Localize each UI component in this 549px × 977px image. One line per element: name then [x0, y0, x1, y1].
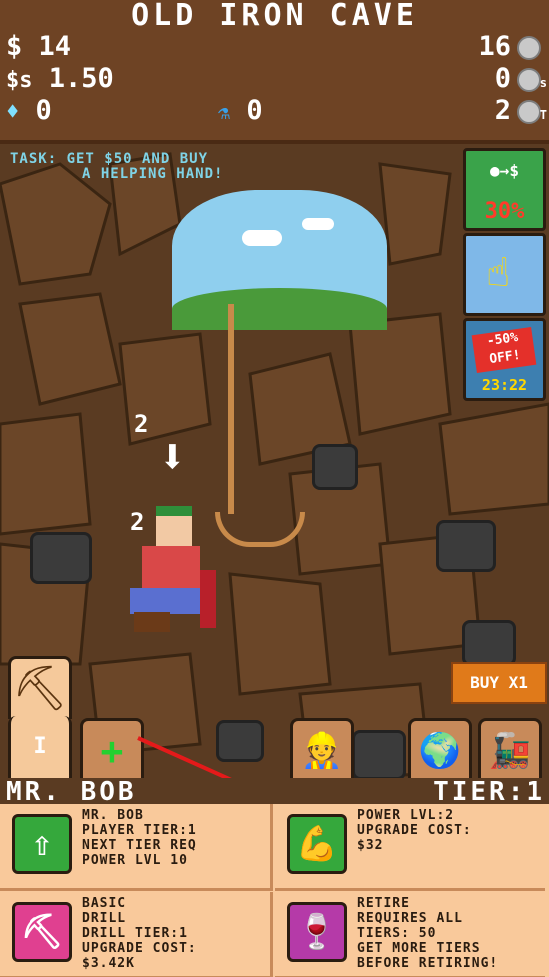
tab-workers[interactable]: 👷: [290, 718, 354, 778]
train-icon: 🚂: [488, 731, 532, 771]
card-line: PLAYER TIER:1: [82, 823, 197, 838]
drill-upgrade-info: BASIC DRILL DRILL TIER:1 UPGRADE COST: $…: [82, 896, 197, 971]
tab-mine-cart[interactable]: 🚂: [478, 718, 542, 778]
card-line: DRILL TIER:1: [82, 926, 188, 941]
game-screen: OLD IRON CAVE $ 14 $s 1.50 ♦ 0 ⚗ 0 16 0s…: [0, 0, 549, 977]
globe-icon: 🌍: [418, 731, 462, 771]
miner-body: [142, 546, 200, 590]
ore-count-display: 16: [478, 32, 541, 62]
card-line: NEXT TIER REQ: [82, 838, 197, 853]
tab-pickaxe[interactable]: ⛏: [8, 656, 72, 719]
sale-offer-button[interactable]: -50% OFF! 23:22: [463, 318, 546, 401]
card-line: POWER LVL:2: [357, 808, 455, 823]
ore-rock[interactable]: [352, 730, 406, 778]
task-line-1: TASK: GET $50 AND BUY: [10, 151, 209, 167]
gems-display: ♦ 0: [6, 96, 52, 128]
ore-count-value: 16: [478, 31, 511, 62]
drill-upgrade-card[interactable]: ⛏ BASIC DRILL DRILL TIER:1 UPGRADE COST:…: [0, 892, 273, 977]
miner-legs: [130, 588, 210, 614]
card-line: MR. BOB: [82, 808, 144, 823]
card-line: BASIC: [82, 896, 127, 911]
money-per-second: $s 1.50: [6, 64, 114, 96]
ore-per-second-value: 0: [494, 63, 511, 94]
ore-rock[interactable]: [436, 520, 496, 572]
player-tier-info: MR. BOB PLAYER TIER:1 NEXT TIER REQ POWE…: [82, 808, 197, 868]
card-line: $32: [357, 838, 384, 853]
ore-tier-display: 2T: [494, 95, 547, 126]
ore-tier-value: 2: [494, 95, 511, 126]
goblet-icon: 🍷: [287, 902, 347, 962]
gems-value: 0: [35, 95, 52, 126]
ore-per-second-display: 0s: [494, 63, 547, 94]
muscle-arm-icon: 💪: [287, 814, 347, 874]
card-line: TIERS: 50: [357, 926, 437, 941]
worker-icon: 👷: [300, 731, 344, 771]
card-line: GET MORE TIERS: [357, 941, 481, 956]
cloud: [302, 218, 334, 230]
ore-to-cash-icon: ●→$: [490, 161, 519, 180]
ore-per-second-icon: s: [517, 67, 547, 92]
ore-tier-icon: T: [517, 99, 547, 124]
pickaxe-icon: ⛏: [12, 663, 68, 714]
task-text: TASK: GET $50 AND BUY A HELPING HAND!: [10, 152, 223, 182]
card-line: $3.42K: [82, 956, 135, 971]
card-line: REQUIRES ALL: [357, 911, 463, 926]
ore-icon: [517, 35, 541, 60]
task-line-2: A HELPING HAND!: [82, 166, 224, 182]
pickaxe-icon: ⛏: [12, 902, 72, 962]
power-upgrade-info: POWER LVL:2 UPGRADE COST: $32: [357, 808, 472, 853]
gem-icon: ♦: [6, 100, 20, 125]
money-per-second-label: $s: [6, 68, 33, 93]
retire-info: RETIRE REQUIRES ALL TIERS: 50 GET MORE T…: [357, 896, 498, 971]
sale-timer: 23:22: [481, 376, 528, 394]
card-line: UPGRADE COST:: [357, 823, 472, 838]
ore-rock[interactable]: [462, 620, 516, 666]
upgrade-panel: ⇧ MR. BOB PLAYER TIER:1 NEXT TIER REQ PO…: [0, 804, 549, 977]
power-upgrade-card[interactable]: 💪 POWER LVL:2 UPGRADE COST: $32: [275, 804, 545, 891]
card-line: UPGRADE COST:: [82, 941, 197, 956]
cave-scene[interactable]: TASK: GET $50 AND BUY A HELPING HAND! ●→…: [0, 144, 549, 778]
auto-tap-button[interactable]: ☝: [463, 233, 546, 316]
arrow-down-icon: ⬇: [158, 429, 187, 485]
tab-world[interactable]: 🌍: [408, 718, 472, 778]
hill: [172, 288, 387, 330]
tier-up-arrow-icon: ⇧: [12, 814, 72, 874]
tab-add-tool[interactable]: +: [80, 718, 144, 778]
top-bar: OLD IRON CAVE $ 14 $s 1.50 ♦ 0 ⚗ 0 16 0s…: [0, 0, 549, 144]
potion-icon: ⚗: [218, 100, 231, 124]
card-line: BEFORE RETIRING!: [357, 956, 499, 971]
money-per-second-value: 1.50: [48, 63, 114, 94]
damage-number: 2: [134, 410, 149, 438]
ore-rock[interactable]: [30, 532, 92, 584]
cloud: [242, 230, 282, 246]
player-tier: TIER:1: [433, 777, 545, 807]
ore-to-cash-boost-button[interactable]: ●→$ 30%: [463, 148, 546, 231]
stool: [134, 612, 170, 632]
player-name: MR. BOB: [6, 777, 137, 807]
cave-opening-sky: [172, 190, 387, 330]
ore-rock[interactable]: [216, 720, 264, 762]
player-tier-card[interactable]: ⇧ MR. BOB PLAYER TIER:1 NEXT TIER REQ PO…: [0, 804, 273, 891]
potions-display: ⚗ 0: [218, 96, 263, 127]
rope: [228, 304, 234, 514]
potions-value: 0: [246, 95, 263, 126]
card-line: DRILL: [82, 911, 127, 926]
card-line: POWER LVL 10: [82, 853, 188, 868]
sale-label: -50% OFF!: [471, 327, 537, 373]
boost-percent: 30%: [484, 199, 525, 224]
cave-title: OLD IRON CAVE: [131, 0, 418, 33]
drill-icon: [200, 570, 216, 628]
money-display: $ 14: [6, 31, 72, 62]
miner-head: [156, 506, 192, 550]
retire-card[interactable]: 🍷 RETIRE REQUIRES ALL TIERS: 50 GET MORE…: [275, 892, 545, 977]
tap-hand-icon: ☝: [486, 250, 511, 296]
tab-tier[interactable]: I: [8, 716, 72, 778]
miner-character: [120, 506, 230, 636]
buy-multiplier-button[interactable]: BUY X1: [451, 662, 547, 704]
ore-rock[interactable]: [312, 444, 358, 490]
player-name-bar: MR. BOB TIER:1: [0, 777, 549, 807]
card-line: RETIRE: [357, 896, 410, 911]
